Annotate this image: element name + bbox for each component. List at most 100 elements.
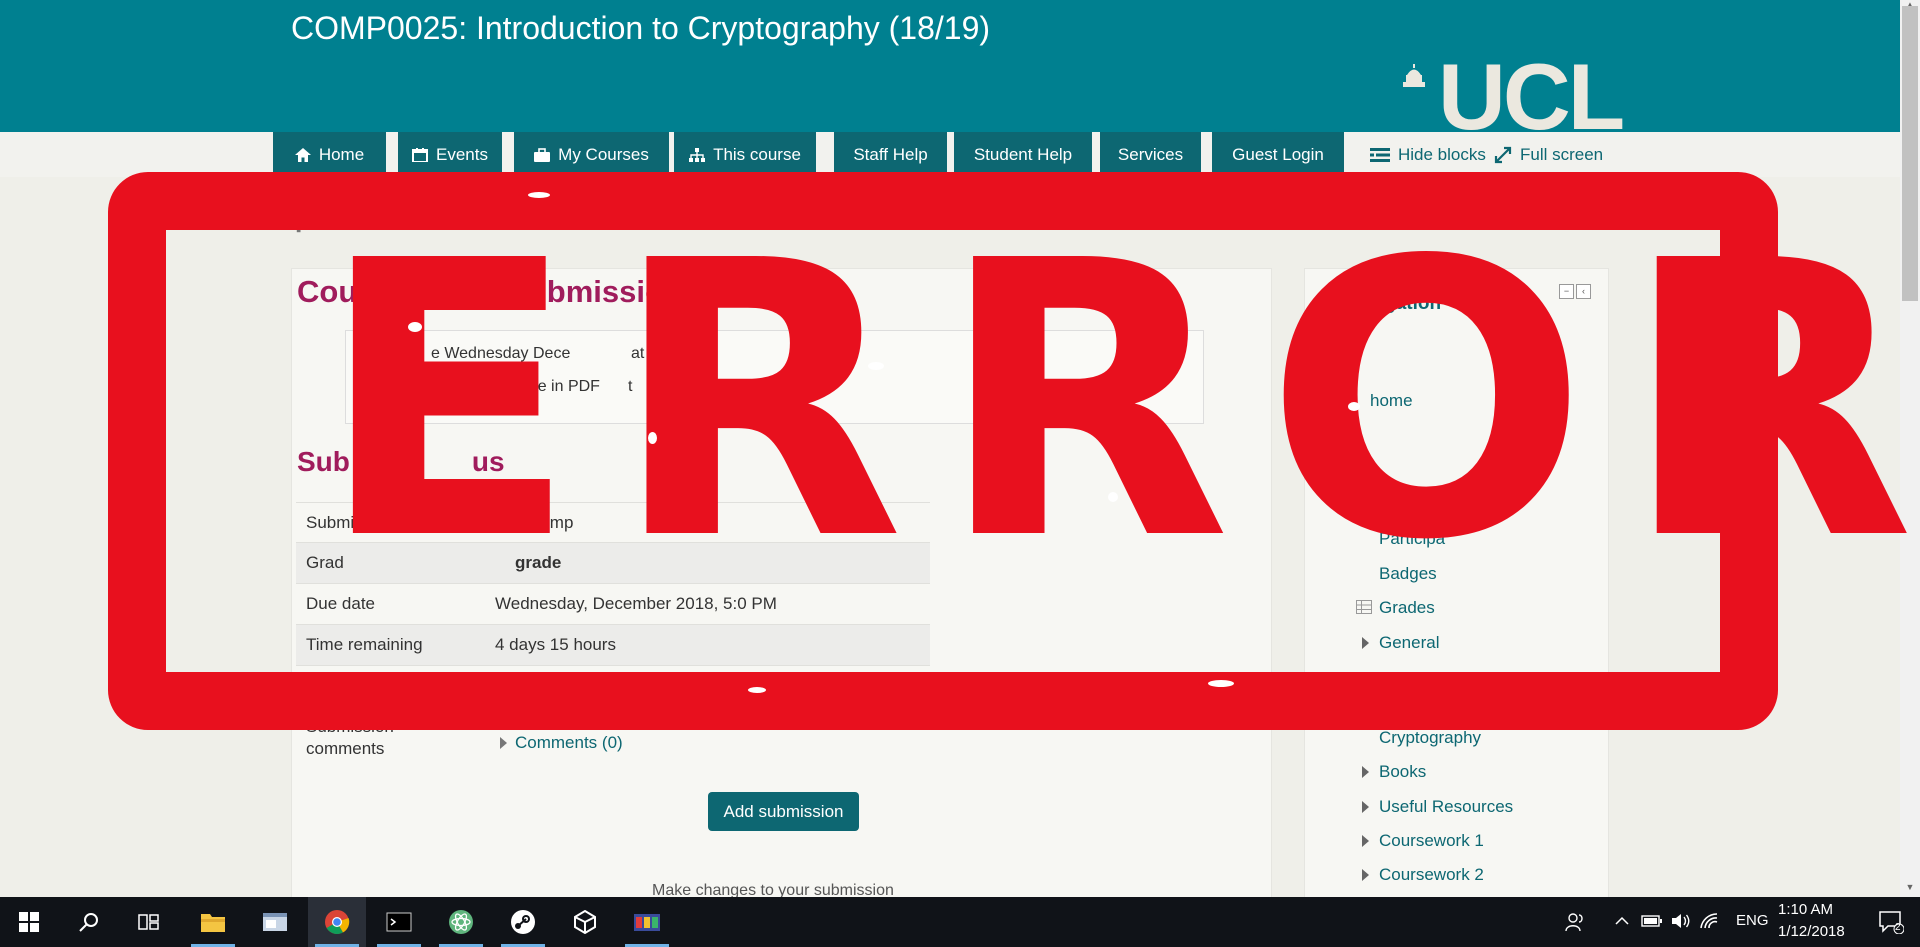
status-heading-start: Sub — [297, 446, 350, 477]
caret-right-icon[interactable] — [1362, 835, 1369, 847]
logo-text: UCL — [1438, 44, 1625, 149]
breadcrumb-fragment[interactable]: ▪ — [296, 222, 301, 239]
chrome-icon[interactable] — [308, 897, 366, 947]
caret-right-icon[interactable] — [1362, 869, 1369, 881]
windows-logo-icon — [19, 912, 39, 932]
wifi-icon[interactable] — [1699, 912, 1719, 930]
comments-label-line: comments — [306, 739, 385, 758]
intro-line-1b: e Wednesday Dece — [431, 345, 571, 362]
atom-editor-icon[interactable] — [432, 897, 490, 947]
nav-staff-help-label: Staff Help — [853, 144, 928, 164]
ucl-logo[interactable]: UCL — [1400, 50, 1645, 144]
people-icon[interactable] — [1565, 911, 1587, 933]
row-key: Submissi status — [306, 513, 433, 532]
page-title: Coursework 3 submission — [297, 274, 683, 309]
nav-home-label: Home — [318, 144, 365, 164]
nav-tree-item[interactable]: Coursework 1 — [1379, 831, 1484, 851]
task-view-icon[interactable] — [120, 897, 178, 947]
nav-events[interactable]: Events — [398, 132, 502, 177]
nav-staff-help[interactable]: Staff Help — [834, 132, 947, 177]
dock-block-icon[interactable]: ‹ — [1576, 284, 1591, 299]
caret-right-icon[interactable] — [1362, 766, 1369, 778]
nav-tree-item[interactable]: Badges — [1379, 564, 1437, 584]
notification-count: 2 — [1895, 922, 1901, 933]
submission-comments-label: Submission comments — [306, 716, 394, 760]
unity-icon[interactable] — [556, 897, 614, 947]
calendar-icon — [412, 147, 428, 162]
nav-this-course[interactable]: This course — [674, 132, 816, 177]
stamp-speck — [528, 192, 550, 198]
unity-logo-icon — [574, 910, 596, 934]
nav-tree-item[interactable]: Me — [1315, 357, 1339, 377]
full-screen-link[interactable]: Full screen — [1494, 132, 1603, 177]
search-icon[interactable] — [60, 897, 118, 947]
nav-student-help[interactable]: Student Help — [954, 132, 1092, 177]
nav-services[interactable]: Services — [1100, 132, 1201, 177]
intro-line-1a: ... — [404, 345, 418, 362]
nav-tree-item[interactable]: Cryptography — [1379, 728, 1481, 748]
chevron-up-icon[interactable] — [1615, 916, 1629, 926]
row-value: 4 days 15 hours — [495, 635, 616, 654]
expand-icon — [1494, 146, 1512, 163]
comments-toggle[interactable]: Comments (0) — [500, 733, 623, 753]
scroll-down-arrow-icon[interactable]: ▼ — [1902, 882, 1918, 894]
portico-icon — [1403, 64, 1425, 87]
intro-line-1c: at 5pm — [631, 345, 680, 362]
nav-tree-item[interactable]: OMP002 — [1370, 495, 1437, 515]
scroll-thumb[interactable] — [1902, 6, 1918, 301]
app-icon[interactable] — [246, 897, 304, 947]
caret-down-icon[interactable] — [1315, 466, 1328, 474]
nav-tree-item[interactable]: Coursework 2 — [1379, 865, 1484, 885]
battery-icon[interactable] — [1641, 914, 1663, 928]
nav-home[interactable]: Home — [273, 132, 386, 177]
console-icon — [386, 912, 412, 932]
clock-date[interactable]: 1/12/2018 — [1778, 923, 1845, 940]
nav-tree-item[interactable]: Useful Resources — [1379, 797, 1513, 817]
nav-tree-item[interactable]: Grades — [1379, 598, 1435, 618]
navigation-title: Navigation — [1344, 293, 1442, 314]
volume-icon[interactable] — [1671, 912, 1691, 930]
table-row: Grad grade — [296, 542, 930, 583]
row-key: Grad — [306, 553, 344, 572]
nav-this-course-label: This course — [713, 144, 801, 164]
row-value: Wednesday, December 2018, 5:0 PM — [495, 594, 777, 613]
row-key: Time remaining — [306, 635, 423, 654]
table-row: Time remaining 4 days 15 hours — [296, 624, 930, 666]
minimize-block-icon[interactable]: − — [1559, 284, 1574, 299]
table-icon — [1356, 600, 1372, 614]
intro-line-2c: t — [628, 378, 633, 395]
row-value: No attemp — [495, 513, 574, 532]
nav-guest-login[interactable]: Guest Login — [1212, 132, 1344, 177]
nav-events-label: Events — [436, 144, 488, 164]
nav-guest-login-label: Guest Login — [1232, 144, 1324, 164]
add-submission-button[interactable]: Add submission — [708, 792, 859, 831]
nav-tree-item[interactable]: General — [1379, 633, 1439, 653]
clock-time[interactable]: 1:10 AM — [1778, 901, 1833, 918]
nav-tree-item[interactable]: home — [1370, 391, 1413, 411]
magnifier-icon — [79, 913, 98, 932]
steam-logo-icon — [511, 910, 535, 934]
windows-start-icon[interactable] — [0, 897, 58, 947]
breadcrumb: ▪ — [296, 222, 323, 239]
status-heading-end: us — [471, 446, 505, 477]
terminal-icon[interactable] — [370, 897, 428, 947]
chrome-logo-icon — [325, 910, 350, 935]
course-title: COMP0025: Introduction to Cryptography (… — [291, 10, 991, 46]
nav-tree-item[interactable]: Books — [1379, 762, 1426, 782]
app-window-icon[interactable] — [618, 897, 676, 947]
sitemap-icon — [1315, 293, 1335, 310]
language-indicator[interactable]: ENG — [1736, 912, 1769, 929]
file-explorer-icon[interactable] — [184, 897, 242, 947]
nav-my-courses-label: My Courses — [558, 144, 649, 164]
intro-line-2a: ... — [404, 378, 418, 395]
home-icon — [294, 147, 311, 162]
caret-right-icon[interactable] — [1362, 637, 1369, 649]
caret-right-icon[interactable] — [1362, 801, 1369, 813]
nav-my-courses[interactable]: My Courses — [514, 132, 669, 177]
steam-icon[interactable] — [494, 897, 552, 947]
comments-link-label: Comments (0) — [515, 733, 623, 752]
table-row: Submissi status No attemp — [296, 502, 930, 543]
nav-tree-item[interactable]: Participa — [1379, 529, 1445, 549]
hide-blocks-link[interactable]: Hide blocks — [1370, 132, 1486, 177]
row-value: grade — [515, 553, 562, 572]
